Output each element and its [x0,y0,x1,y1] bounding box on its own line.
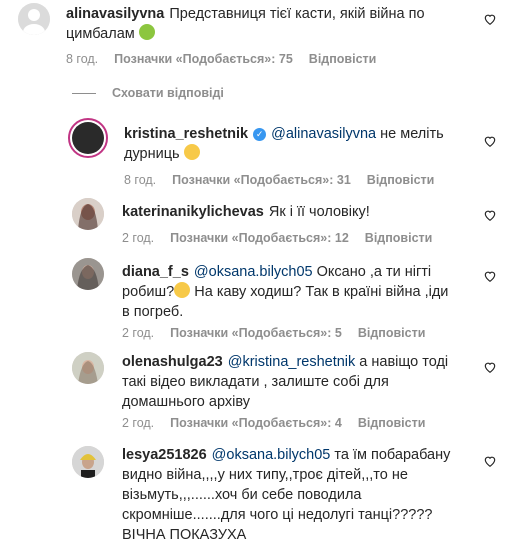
comment-time[interactable]: 8 год. [124,173,156,187]
avatar[interactable] [68,118,108,158]
avatar-image [72,258,104,290]
avatar-image [72,198,104,230]
comment-mention[interactable]: @oksana.bilych05 [212,447,331,463]
comment-likes[interactable]: Позначки «Подобається»: 75 [114,52,293,66]
comment-line-3: візьмуть,,,......хоч би себе поводила [122,487,362,503]
comment-meta: 2 год. Позначки «Подобається»: 4 Відповіст… [122,415,441,431]
hide-replies-button[interactable]: Сховати відповіді [72,86,224,100]
heart-icon[interactable] [483,360,497,374]
comment-likes[interactable]: Позначки «Подобається»: 4 [170,416,342,430]
comment-text: olenashulga23 @kristina_reshetnik а навіщо… [122,352,472,412]
hide-replies-label[interactable]: Сховати відповіді [112,86,224,100]
comment-time[interactable]: 8 год. [66,52,98,66]
comment-username[interactable]: lesya251826 [122,447,207,463]
thinking-face-emoji-icon [174,282,191,298]
comment-mention[interactable]: @kristina_reshetnik [228,354,356,370]
comment-body: робиш? [122,284,175,300]
comment-mention[interactable]: @oksana.bilych05 [194,264,313,280]
avatar[interactable] [72,446,104,478]
comment-line-2: видно війна,,,,у них типу,,троє дітей,,,… [122,467,408,483]
comment-line-4: скромніше.......для чого ці недолугі тан… [122,507,433,523]
comment-username[interactable]: diana_f_s [122,264,189,280]
comment-meta: 8 год. Позначки «Подобається»: 31 Відповіс… [124,172,450,188]
comment-text: diana_f_s @oksana.bilych05 Оксано ,а ти ні… [122,262,472,322]
grimace-face-emoji-icon [183,144,200,160]
comment-text: lesya251826 @oksana.bilych05 та їм побараб… [122,445,482,545]
comment-meta: 8 год. Позначки «Подобається»: 75 Відповіс… [66,51,392,67]
heart-icon[interactable] [483,269,497,283]
comment-body: Як і її чоловіку! [268,204,370,220]
avatar-image [72,352,104,384]
comment-username[interactable]: olenashulga23 [122,354,223,370]
reply-button[interactable]: Відповісти [365,231,433,245]
heart-icon[interactable] [483,12,497,26]
comment-time[interactable]: 2 год. [122,326,154,340]
sick-face-emoji-icon [138,24,155,40]
default-avatar-icon [18,3,50,35]
comment-text: katerinanikylichevas Як і її чоловіку! [122,202,462,222]
avatar-image [72,446,104,478]
comment-line-2: робиш? На каву ходиш? Так в країні війна… [122,282,472,302]
avatar[interactable] [72,258,104,290]
comment-mention[interactable]: @alinavasilyvna [271,126,376,142]
comment-likes[interactable]: Позначки «Подобається»: 31 [172,173,351,187]
comment-line-3: в погреб. [122,304,184,320]
comment-text: kristina_reshetnik ✓ @alinavasilyvna не мел… [124,124,464,164]
comment-line-1: lesya251826 @oksana.bilych05 та їм побараб… [122,445,482,465]
comment-line-1: diana_f_s @oksana.bilych05 Оксано ,а ти ні… [122,262,472,282]
comment-time[interactable]: 2 год. [122,231,154,245]
avatar[interactable] [72,198,104,230]
avatar-image [72,122,104,154]
avatar[interactable] [72,352,104,384]
reply-button[interactable]: Відповісти [309,52,377,66]
comment-line-3: домашнього архіву [122,394,250,410]
reply-button[interactable]: Відповісти [358,326,426,340]
comment-username[interactable]: kristina_reshetnik [124,126,248,142]
reply-button[interactable]: Відповісти [367,173,435,187]
comment-username[interactable]: alinavasilyvna [66,6,164,22]
comment-meta: 2 год. Позначки «Подобається»: 12 Відповіс… [122,230,448,246]
heart-icon[interactable] [483,208,497,222]
verified-badge-icon: ✓ [253,128,267,141]
comment-text: alinavasilyvna Представниця тієї касти, я… [66,4,466,44]
comment-body: На каву ходиш? Так в країні війна ,іди [190,284,449,300]
hide-replies-divider [72,92,96,94]
heart-icon[interactable] [483,134,497,148]
comment-username[interactable]: katerinanikylichevas [122,204,264,220]
comment-line-2: такі відео викладати , залиште собі для [122,374,389,390]
comment-time[interactable]: 2 год. [122,416,154,430]
comment-body: та їм побарабану [334,447,451,463]
comment-likes[interactable]: Позначки «Подобається»: 12 [170,231,349,245]
comment-line-5: ВІЧНА ПОКАЗУХА [122,527,247,543]
reply-button[interactable]: Відповісти [358,416,426,430]
comment-meta: 2 год. Позначки «Подобається»: 5 Відповіст… [122,325,441,341]
avatar[interactable] [18,3,50,35]
comment-likes[interactable]: Позначки «Подобається»: 5 [170,326,342,340]
comment-line-1: olenashulga23 @kristina_reshetnik а навіщо… [122,352,472,372]
comment-body: а навіщо тоді [359,354,449,370]
comment-body: Оксано ,а ти нігті [316,264,432,280]
heart-icon[interactable] [483,454,497,468]
